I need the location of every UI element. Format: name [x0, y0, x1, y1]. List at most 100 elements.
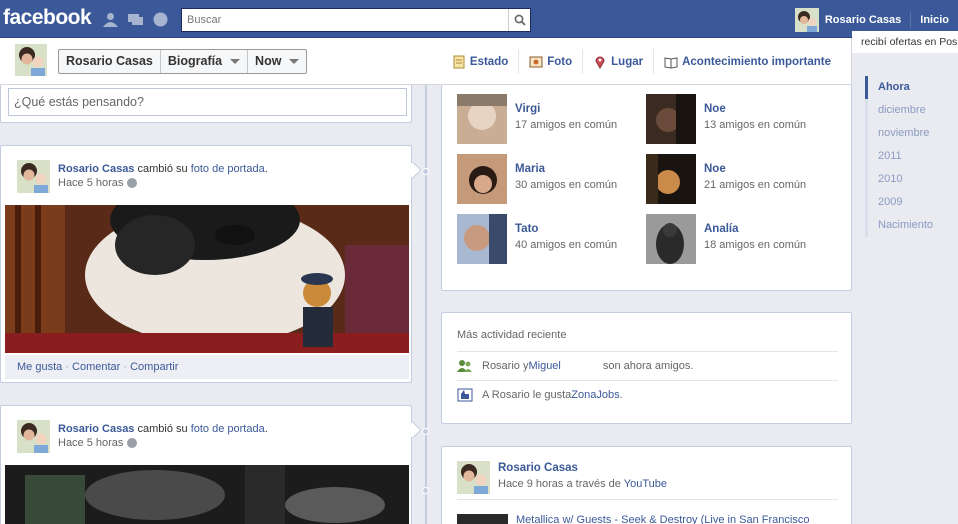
facebook-logo[interactable]: facebook [3, 6, 92, 30]
avatar[interactable] [794, 8, 819, 32]
friend-name[interactable]: Tato [515, 223, 617, 235]
story-pointer [404, 161, 422, 179]
scrubber-item-ahora[interactable]: Ahora [865, 76, 933, 99]
notifications-icon[interactable] [152, 12, 169, 27]
cover-photo[interactable] [5, 205, 409, 353]
search-bar [181, 8, 531, 32]
friend-name[interactable]: Noe [704, 163, 806, 175]
story-author[interactable]: Rosario Casas [58, 163, 134, 175]
like-thumb-icon [457, 388, 473, 402]
location-pin-icon [595, 56, 605, 69]
friend-photo[interactable] [646, 154, 696, 204]
search-input[interactable] [182, 9, 502, 31]
avatar[interactable] [17, 160, 50, 193]
composer-place-button[interactable]: Lugar [582, 49, 653, 74]
story-object-link[interactable]: foto de portada [191, 423, 265, 435]
right-column: recibí ofertas en Pos Ahora diciembre no… [852, 0, 958, 524]
mutual-friends-count[interactable]: 13 amigos en común [704, 119, 806, 131]
period-label: Now [255, 54, 282, 68]
mutual-friends-count[interactable]: 40 amigos en común [515, 239, 617, 251]
story-time[interactable]: Hace 5 horas [58, 437, 123, 449]
status-input[interactable]: ¿Qué estás pensando? [8, 88, 407, 116]
timeline-navigator: Rosario Casas Biografía Now [58, 49, 308, 74]
story-header: Rosario Casas cambió su foto de portada. [58, 161, 268, 177]
friend-name[interactable]: Analía [704, 223, 806, 235]
friend-requests-icon[interactable] [102, 12, 119, 27]
friend-photo[interactable] [457, 154, 507, 204]
story-verb: cambió su [134, 163, 191, 175]
friend-photo[interactable] [457, 94, 507, 144]
friend-photo[interactable] [646, 94, 696, 144]
timeline-name-button[interactable]: Rosario Casas [59, 50, 161, 73]
activity-row: Rosario y Miguel son ahora amigos. [457, 351, 838, 380]
story-actions: Me gusta · Comentar · Compartir [5, 355, 409, 379]
timeline-name: Rosario Casas [66, 54, 153, 68]
ticker-text: recibí ofertas en Pos [861, 36, 958, 48]
ticker[interactable]: recibí ofertas en Pos [852, 31, 958, 53]
activity-link[interactable]: ZonaJobs [571, 389, 619, 401]
story-meta: Hace 5 horas [58, 437, 138, 449]
friend-photo[interactable] [646, 214, 696, 264]
search-button[interactable] [508, 9, 530, 31]
avatar[interactable] [457, 461, 490, 494]
friend-item: Analía 18 amigos en común [646, 214, 806, 264]
video-thumbnail[interactable] [457, 514, 508, 524]
youtube-link[interactable]: YouTube [624, 478, 667, 490]
scrubber-item-nacimiento[interactable]: Nacimiento [865, 214, 933, 237]
story-author[interactable]: Rosario Casas [498, 462, 578, 474]
composer-place-label: Lugar [611, 55, 644, 68]
action-separator: · [62, 361, 73, 373]
friend-item: Noe 13 amigos en común [646, 94, 806, 144]
story-author[interactable]: Rosario Casas [58, 423, 134, 435]
activity-link[interactable]: Miguel [528, 360, 560, 372]
friend-item: Maria 30 amigos en común [457, 154, 617, 204]
avatar[interactable] [15, 44, 47, 76]
timeline-dot [422, 487, 429, 494]
scrubber-item-2010[interactable]: 2010 [865, 168, 933, 191]
composer-status-label: Estado [469, 55, 509, 68]
avatar[interactable] [17, 420, 50, 453]
friend-item: Noe 21 amigos en común [646, 154, 806, 204]
composer-photo-button[interactable]: Foto [518, 49, 582, 74]
globe-icon [127, 178, 138, 188]
composer-links: Estado Foto Lugar Acontecimiento importa… [442, 49, 841, 74]
scrubber-item-noviembre[interactable]: noviembre [865, 122, 933, 145]
mutual-friends-count[interactable]: 18 amigos en común [704, 239, 806, 251]
mutual-friends-count[interactable]: 17 amigos en común [515, 119, 617, 131]
story-time[interactable]: Hace 5 horas [58, 177, 123, 189]
section-dropdown[interactable]: Biografía [161, 50, 249, 73]
friend-photo[interactable] [457, 214, 507, 264]
shared-video-story: Rosario Casas Hace 9 horas a través de Y… [441, 446, 852, 524]
divider [457, 499, 838, 500]
mutual-friends-count[interactable]: 30 amigos en común [515, 179, 617, 191]
composer-status-button[interactable]: Estado [442, 49, 518, 74]
scrubber-item-diciembre[interactable]: diciembre [865, 99, 933, 122]
share-link[interactable]: Compartir [130, 361, 178, 373]
friend-name[interactable]: Noe [704, 103, 806, 115]
friend-name[interactable]: Maria [515, 163, 617, 175]
recent-activity-card: Más actividad reciente Rosario y Miguel s… [441, 312, 852, 424]
like-link[interactable]: Me gusta [17, 361, 62, 373]
cover-photo-image [5, 465, 409, 524]
scrubber-item-2009[interactable]: 2009 [865, 191, 933, 214]
activity-row: A Rosario le gusta ZonaJobs. [457, 380, 838, 409]
section-label: Biografía [167, 54, 223, 68]
video-title-link[interactable]: Metallica w/ Guests - Seek & Destroy (Li… [516, 514, 809, 524]
cat-photo [5, 205, 409, 353]
period-dropdown[interactable]: Now [248, 50, 306, 73]
story-meta: Hace 5 horas [58, 177, 138, 189]
action-separator: · [120, 361, 131, 373]
mutual-friends-count[interactable]: 21 amigos en común [704, 179, 806, 191]
messages-icon[interactable] [127, 12, 144, 27]
story-object-link[interactable]: foto de portada [191, 163, 265, 175]
story-pointer [404, 421, 422, 439]
timeline-header-bar: Rosario Casas Biografía Now Estado Foto … [0, 38, 852, 85]
timeline-scrubber: Ahora diciembre noviembre 2011 2010 2009… [865, 76, 933, 237]
scrubber-item-2011[interactable]: 2011 [865, 145, 933, 168]
comment-link[interactable]: Comentar [72, 361, 120, 373]
composer-life-event-button[interactable]: Acontecimiento importante [653, 49, 841, 74]
cover-photo[interactable] [5, 465, 409, 524]
status-icon [453, 55, 465, 68]
activity-text: A Rosario le gusta [482, 389, 572, 401]
friend-name[interactable]: Virgi [515, 103, 617, 115]
